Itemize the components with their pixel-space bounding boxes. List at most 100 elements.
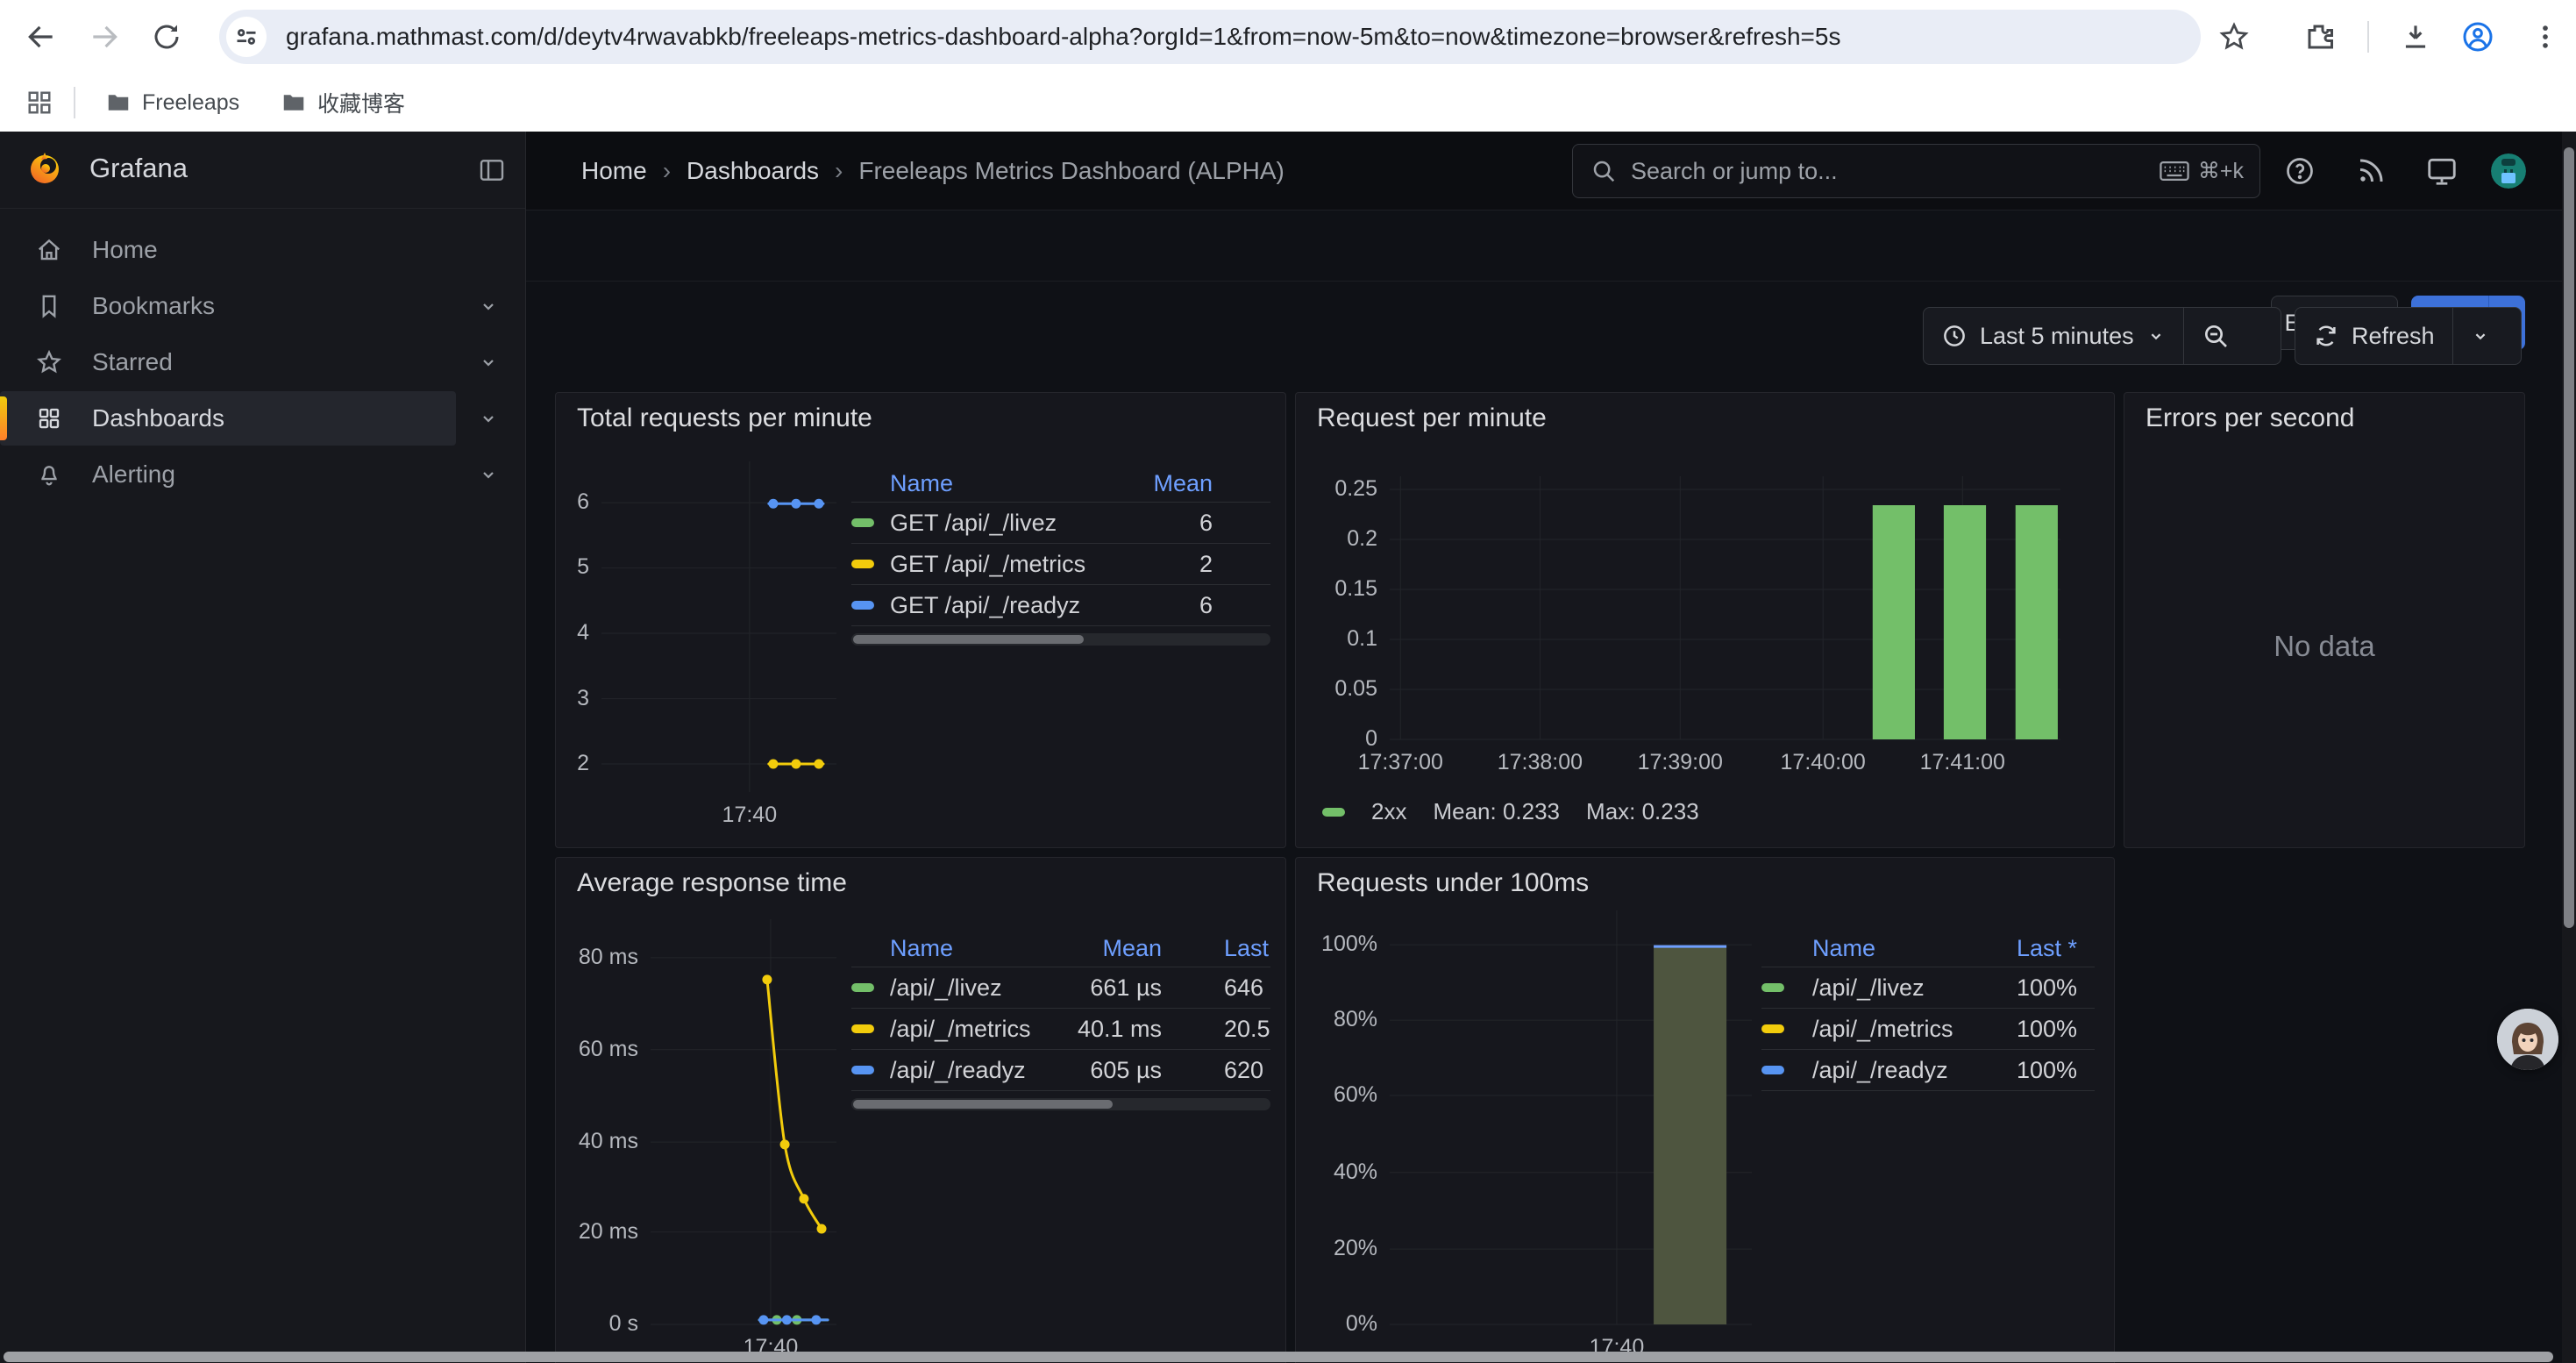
chevron-down-icon[interactable] bbox=[478, 408, 499, 429]
legend-table: NameMeanGET /api/_/livez6GET /api/_/metr… bbox=[851, 465, 1270, 646]
table-scrollbar[interactable] bbox=[851, 1098, 1270, 1110]
search-input[interactable]: Search or jump to... ⌘+k bbox=[1572, 144, 2260, 198]
vertical-scrollbar[interactable] bbox=[2562, 132, 2576, 1363]
legend-row[interactable]: GET /api/_/metrics2 bbox=[851, 544, 1270, 585]
sidebar-header: Grafana bbox=[0, 132, 525, 209]
chevron-down-icon[interactable] bbox=[478, 464, 499, 485]
scrollbar-thumb[interactable] bbox=[4, 1352, 2553, 1362]
column-header[interactable]: Mean bbox=[1039, 935, 1162, 962]
no-data-message: No data bbox=[2124, 630, 2524, 663]
scrollbar-thumb[interactable] bbox=[2564, 147, 2574, 928]
help-icon[interactable] bbox=[2284, 155, 2316, 187]
sidebar-item-starred[interactable]: Starred bbox=[0, 335, 456, 389]
column-header[interactable]: Mean bbox=[1090, 470, 1213, 497]
legend-row[interactable]: /api/_/readyz605 µs620 µs bbox=[851, 1050, 1270, 1091]
breadcrumb-home[interactable]: Home bbox=[581, 157, 647, 185]
legend-row[interactable]: /api/_/livez661 µs646 µs bbox=[851, 967, 1270, 1009]
zoom-out-button[interactable] bbox=[2184, 308, 2247, 364]
column-header[interactable]: Name bbox=[890, 470, 1090, 497]
toolbar-divider bbox=[2367, 21, 2369, 53]
assistant-avatar[interactable] bbox=[2497, 1009, 2558, 1070]
legend-row[interactable]: /api/_/readyz100% bbox=[1761, 1050, 2095, 1091]
legend-cell: GET /api/_/metrics bbox=[890, 551, 1090, 578]
bookmark-folder-freeleaps[interactable]: Freeleaps bbox=[105, 89, 239, 116]
legend-series-name[interactable]: 2xx bbox=[1371, 798, 1406, 825]
star-icon bbox=[36, 349, 62, 375]
reload-icon[interactable] bbox=[151, 21, 182, 53]
column-header[interactable]: Name bbox=[890, 935, 1039, 962]
time-range-label: Last 5 minutes bbox=[1980, 323, 2134, 350]
legend-cell: 661 µs bbox=[1039, 974, 1162, 1002]
series-color-swatch bbox=[1322, 808, 1345, 817]
chevron-down-icon[interactable] bbox=[478, 296, 499, 317]
y-axis-tick: 60% bbox=[1296, 1082, 1377, 1108]
sidebar-collapse-icon[interactable] bbox=[478, 156, 506, 184]
bookmark-folder-blogs[interactable]: 收藏博客 bbox=[281, 87, 405, 118]
refresh-button[interactable]: Refresh bbox=[2295, 308, 2452, 364]
user-avatar[interactable] bbox=[2491, 153, 2526, 189]
y-axis-tick: 80 ms bbox=[556, 945, 638, 970]
browser-menu-icon[interactable] bbox=[2530, 22, 2560, 52]
grafana-header: Home › Dashboards › Freeleaps Metrics Da… bbox=[526, 132, 2576, 211]
time-range-picker[interactable]: Last 5 minutes bbox=[1924, 308, 2183, 364]
legend-cell: GET /api/_/livez bbox=[890, 510, 1090, 537]
column-header[interactable]: Name bbox=[1812, 935, 1972, 962]
sidebar-item-bookmarks[interactable]: Bookmarks bbox=[0, 279, 456, 333]
chart-plot[interactable] bbox=[1390, 910, 1752, 1324]
news-rss-icon[interactable] bbox=[2355, 155, 2387, 187]
breadcrumb-dashboards[interactable]: Dashboards bbox=[687, 157, 819, 185]
legend-stat: Mean: 0.233 bbox=[1433, 798, 1560, 825]
forward-icon[interactable] bbox=[88, 20, 121, 54]
chart-plot[interactable] bbox=[1390, 476, 2060, 739]
refresh-group: Refresh bbox=[2295, 307, 2522, 365]
legend-row[interactable]: /api/_/metrics100% bbox=[1761, 1009, 2095, 1050]
chart-legend[interactable]: 2xx Mean: 0.233 Max: 0.233 bbox=[1322, 798, 1699, 825]
table-scrollbar[interactable] bbox=[851, 633, 1270, 646]
legend-row[interactable]: GET /api/_/readyz6 bbox=[851, 585, 1270, 626]
extensions-icon[interactable] bbox=[2304, 21, 2336, 53]
legend-row[interactable]: GET /api/_/livez6 bbox=[851, 503, 1270, 544]
home-icon bbox=[36, 237, 62, 263]
kiosk-monitor-icon[interactable] bbox=[2425, 154, 2459, 188]
sidebar-item-label: Starred bbox=[92, 348, 173, 376]
series-color-swatch bbox=[1761, 1066, 1812, 1074]
horizontal-scrollbar[interactable] bbox=[0, 1351, 2560, 1363]
url-text[interactable]: grafana.mathmast.com/d/deytv4rwavabkb/fr… bbox=[286, 23, 1840, 51]
sidebar-item-alerting[interactable]: Alerting bbox=[0, 447, 456, 502]
sidebar-item-label: Home bbox=[92, 236, 158, 264]
legend-row[interactable]: /api/_/livez100% bbox=[1761, 967, 2095, 1009]
bell-icon bbox=[36, 461, 62, 488]
refresh-interval-button[interactable] bbox=[2453, 308, 2508, 364]
legend-row[interactable]: /api/_/metrics40.1 ms20.5 ms bbox=[851, 1009, 1270, 1050]
apps-grid-icon[interactable] bbox=[26, 89, 53, 116]
chevron-down-icon[interactable] bbox=[478, 352, 499, 373]
y-axis-tick: 0% bbox=[1296, 1311, 1377, 1337]
legend-cell: /api/_/readyz bbox=[1812, 1057, 1972, 1084]
column-header[interactable]: Last * bbox=[1972, 935, 2077, 962]
sidebar-item-home[interactable]: Home bbox=[0, 223, 456, 277]
sidebar-item-label: Bookmarks bbox=[92, 292, 215, 320]
column-header[interactable]: Last * bbox=[1224, 935, 1270, 962]
chart-total-requests-per-minute[interactable]: 6543217:40NameMeanGET /api/_/livez6GET /… bbox=[556, 393, 1285, 847]
downloads-icon[interactable] bbox=[2399, 20, 2432, 54]
series-color-swatch bbox=[1761, 1024, 1812, 1033]
grafana-app: Grafana HomeBookmarksStarredDashboardsAl… bbox=[0, 132, 2576, 1363]
chart-plot[interactable] bbox=[601, 461, 836, 792]
chart-plot[interactable] bbox=[651, 919, 836, 1324]
profile-icon[interactable] bbox=[2460, 19, 2495, 54]
chart-errors-per-second[interactable]: No data bbox=[2124, 393, 2524, 847]
series-color-swatch bbox=[851, 518, 890, 527]
y-axis-tick: 20% bbox=[1296, 1236, 1377, 1261]
chart-request-per-minute[interactable]: 0.250.20.150.10.05017:37:0017:38:0017:39… bbox=[1296, 393, 2114, 847]
bookmark-star-icon[interactable] bbox=[2218, 21, 2250, 53]
back-icon[interactable] bbox=[25, 20, 58, 54]
sidebar-item-dashboards[interactable]: Dashboards bbox=[0, 391, 456, 446]
legend-stat: Max: 0.233 bbox=[1586, 798, 1699, 825]
address-bar[interactable]: grafana.mathmast.com/d/deytv4rwavabkb/fr… bbox=[219, 10, 2201, 64]
grafana-logo[interactable] bbox=[27, 151, 62, 186]
y-axis-tick: 6 bbox=[556, 489, 589, 515]
chart-requests-under-100ms[interactable]: 100%80%60%40%20%0%17:40NameLast */api/_/… bbox=[1296, 858, 2114, 1363]
site-settings-icon[interactable] bbox=[226, 17, 267, 57]
legend-cell: 100% bbox=[1972, 974, 2077, 1002]
chart-average-response-time[interactable]: 80 ms60 ms40 ms20 ms0 s17:40NameMeanLast… bbox=[556, 858, 1285, 1363]
